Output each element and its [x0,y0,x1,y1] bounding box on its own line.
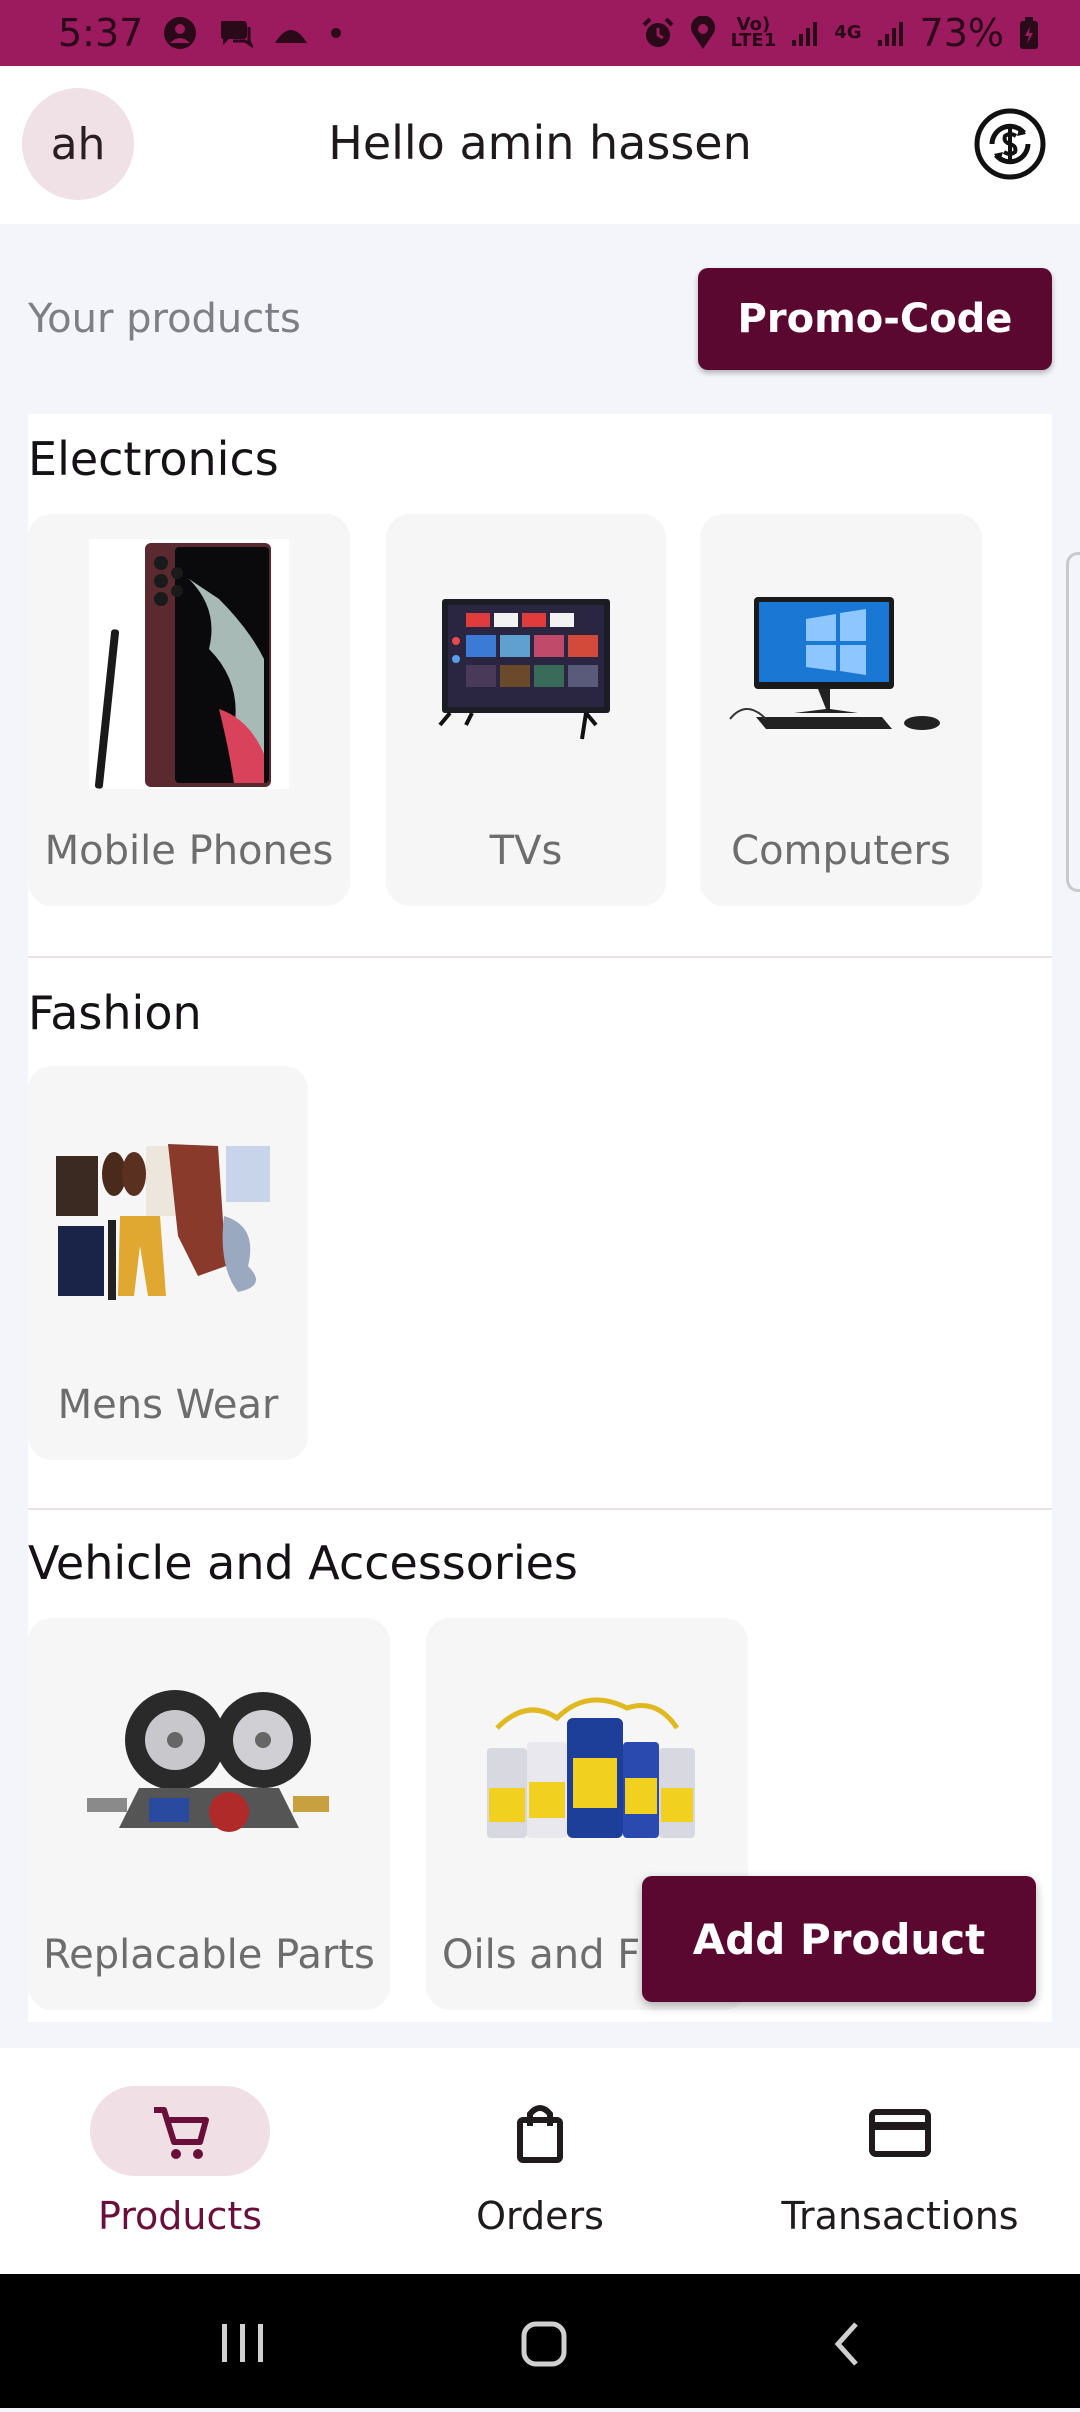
location-icon [689,16,717,50]
home-icon[interactable] [521,2321,567,2367]
battery-icon [1018,16,1040,50]
nav-item-orders[interactable]: Orders [360,2048,720,2274]
cart-icon [154,2107,209,2159]
battery-percent: 73% [919,11,1004,55]
recent-apps-icon[interactable] [222,2324,263,2362]
section-title: Vehicle and Accessories [28,1536,578,1590]
nav-label: Orders [476,2194,604,2238]
currency-sync-button[interactable] [972,106,1048,182]
network-type-label: 4G [834,22,862,43]
category-label: Computers [731,828,951,874]
shopping-bag-icon [517,2105,563,2163]
desktop-computer-image [700,534,982,794]
clock: 5:37 [58,11,144,55]
category-card-computers[interactable]: Computers [700,514,982,906]
products-toolbar: Your products Promo-Code [0,224,1080,414]
your-products-label: Your products [28,296,301,342]
credit-card-icon [869,2109,931,2157]
car-parts-image [28,1638,390,1898]
category-label: Mens Wear [57,1382,279,1428]
hotspot-icon [273,21,309,45]
nav-label: Transactions [781,2194,1019,2238]
notification-dot-icon [329,26,343,40]
category-label: Mobile Phones [44,828,334,874]
bottom-navigation: Products Orders Transactions [0,2048,1080,2274]
signal-icon [876,18,906,48]
back-icon[interactable] [834,2322,858,2366]
volte-label: Vo) LTE1 [730,14,777,51]
tv-image [386,534,666,794]
section-title: Electronics [28,432,279,486]
category-section-fashion: Fashion Mens Wear [28,958,1052,1510]
motor-oil-image [426,1638,748,1898]
nav-label: Products [97,2194,263,2238]
app-header: ah Hello amin hassen [0,66,1080,224]
system-navigation-bar [0,2274,1080,2408]
mens-clothing-image [28,1086,308,1346]
greeting-text: Hello amin hassen [328,116,752,170]
sync-icon [974,108,1046,180]
nav-item-products[interactable]: Products [0,2048,360,2274]
status-bar: 5:37 Vo) LTE1 4G 73% [0,0,1080,66]
category-card-mobile-phones[interactable]: Mobile Phones [28,514,350,906]
category-card-replacable-parts[interactable]: Replacable Parts [28,1618,390,2010]
section-title: Fashion [28,986,202,1040]
alarm-icon [641,16,675,50]
category-card-tvs[interactable]: TVs [386,514,666,906]
product-category-list[interactable]: Electronics Mobile Phones TVs Computers … [28,414,1052,2022]
add-product-button[interactable]: Add Product [642,1876,1036,2002]
account-icon [163,16,197,50]
smartphone-image [28,534,350,794]
category-label: Replacable Parts [43,1932,375,1978]
promo-code-button[interactable]: Promo-Code [698,268,1052,370]
horizontal-scroll-indicator[interactable] [1066,552,1080,892]
nav-item-transactions[interactable]: Transactions [720,2048,1080,2274]
category-section-electronics: Electronics Mobile Phones TVs Computers [28,414,1052,958]
signal-icon [790,18,820,48]
category-label: TVs [489,828,563,874]
category-card-mens-wear[interactable]: Mens Wear [28,1066,308,1460]
chat-icon [217,17,254,49]
